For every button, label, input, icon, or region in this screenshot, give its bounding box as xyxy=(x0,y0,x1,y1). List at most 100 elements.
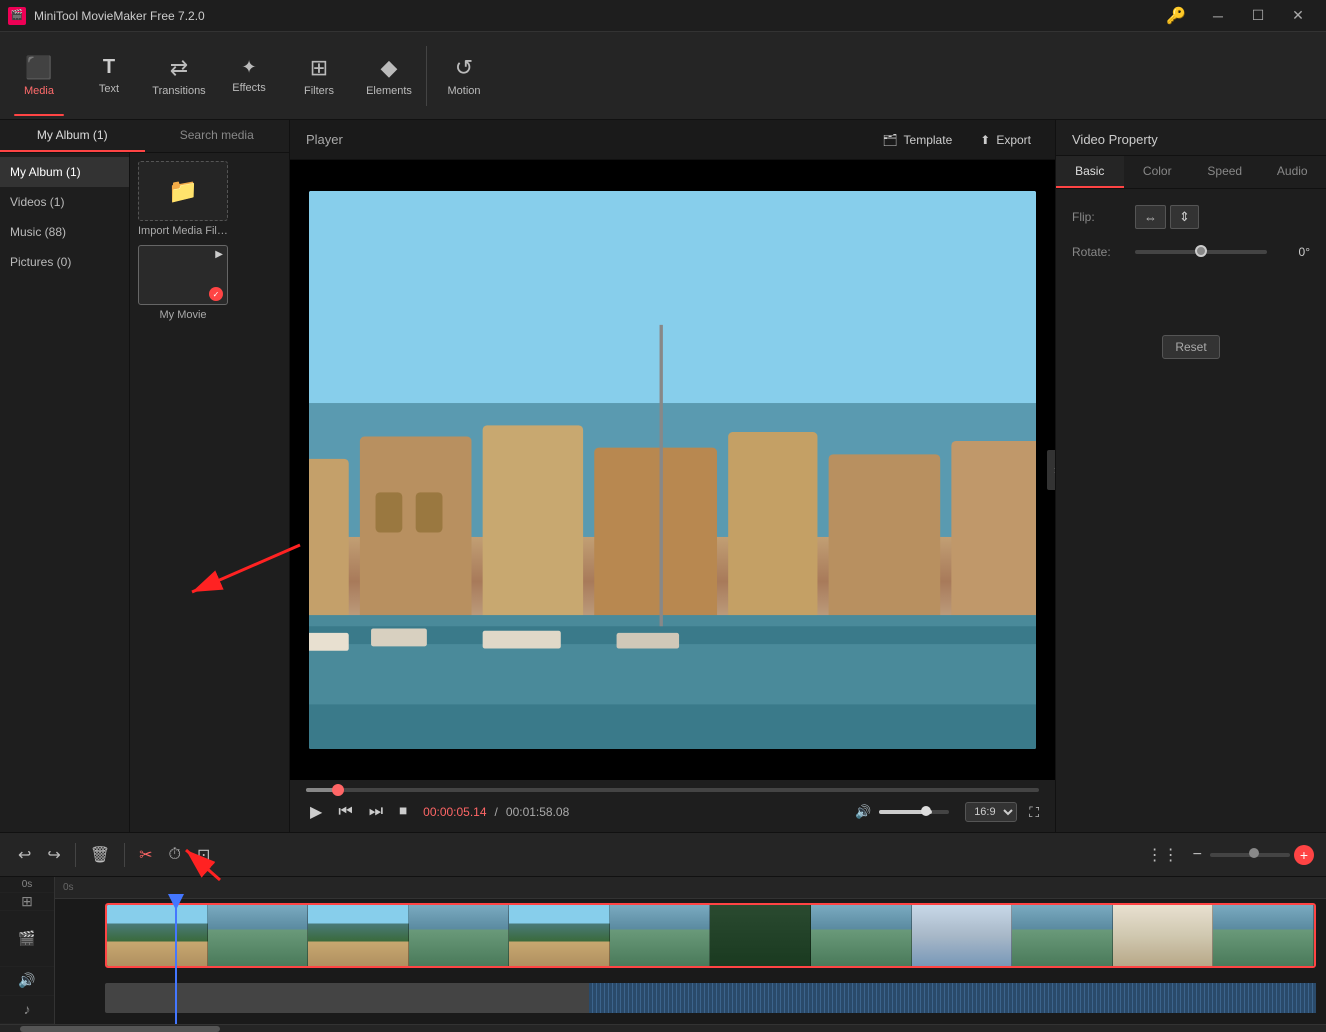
audio-clip[interactable] xyxy=(105,983,1316,1013)
clip-frame-9 xyxy=(912,905,1013,966)
flip-row: Flip: ⇔ ⇕ xyxy=(1072,205,1310,229)
prop-tab-color[interactable]: Color xyxy=(1124,156,1192,188)
toolbar-elements[interactable]: ◆ Elements xyxy=(354,36,424,116)
video-property-title: Video Property xyxy=(1056,120,1326,156)
timeline-main: 0s xyxy=(55,877,1326,1024)
effects-icon: ✦ xyxy=(241,57,256,78)
album-item-my-album[interactable]: My Album (1) xyxy=(0,157,129,187)
right-panel: Video Property Basic Color Speed Audio F… xyxy=(1056,120,1326,832)
prop-tab-audio[interactable]: Audio xyxy=(1259,156,1326,188)
video-clip[interactable] xyxy=(105,903,1316,968)
import-folder-icon: 📁 xyxy=(168,177,198,206)
player-controls: ▶ ⏮ ⏭ ⏹ 00:00:05.14 / 00:01:58.08 🔊 16:9 xyxy=(290,780,1055,832)
main-toolbar: ⬛ Media T Text ⇄ Transitions ✦ Effects ⊞… xyxy=(0,32,1326,120)
music-track-label: ♪ xyxy=(0,996,54,1024)
delete-button[interactable]: 🗑 xyxy=(84,841,116,869)
crop-button[interactable]: ⊡ xyxy=(191,841,216,869)
aspect-ratio-select[interactable]: 16:9 xyxy=(965,802,1017,822)
fullscreen-button[interactable]: ⛶ xyxy=(1029,804,1039,821)
export-button[interactable]: ⬆ Export xyxy=(972,129,1039,151)
toolbar-filters[interactable]: ⊞ Filters xyxy=(284,36,354,116)
timeline-scrollbar[interactable] xyxy=(0,1024,1326,1032)
my-movie-item[interactable]: ▶ ✓ My Movie xyxy=(138,245,228,321)
undo-button[interactable]: ↩ xyxy=(12,841,37,869)
toolbar-text[interactable]: T Text xyxy=(74,36,144,116)
main-content: My Album (1) Search media My Album (1) V… xyxy=(0,120,1326,832)
toolbar-transitions[interactable]: ⇄ Transitions xyxy=(144,36,214,116)
progress-bar[interactable] xyxy=(306,788,1039,792)
template-button[interactable]: 🗂 Template xyxy=(874,129,960,151)
clip-frame-12 xyxy=(1213,905,1314,966)
next-frame-button[interactable]: ⏭ xyxy=(365,801,387,823)
prev-frame-button[interactable]: ⏮ xyxy=(334,801,356,823)
prop-tab-basic[interactable]: Basic xyxy=(1056,156,1124,188)
clip-frame-8 xyxy=(811,905,912,966)
motion-icon: ↺ xyxy=(455,55,473,81)
time-separator: / xyxy=(495,805,498,819)
close-button[interactable]: ✕ xyxy=(1278,0,1318,32)
titlebar: 🎬 MiniTool MovieMaker Free 7.2.0 🔑 ─ ☐ ✕ xyxy=(0,0,1326,32)
maximize-button[interactable]: ☐ xyxy=(1238,0,1278,32)
left-panel: My Album (1) Search media My Album (1) V… xyxy=(0,120,290,832)
clip-frame-7 xyxy=(710,905,811,966)
my-movie-label: My Movie xyxy=(138,309,228,321)
tab-my-album[interactable]: My Album (1) xyxy=(0,120,145,152)
ruler-tick-0: 0s xyxy=(63,882,74,893)
flip-vertical-button[interactable]: ⇕ xyxy=(1170,205,1199,229)
album-item-videos[interactable]: Videos (1) xyxy=(0,187,129,217)
album-item-pictures[interactable]: Pictures (0) xyxy=(0,247,129,277)
app-title: MiniTool MovieMaker Free 7.2.0 xyxy=(34,9,1166,23)
timeline-scroll-thumb[interactable] xyxy=(20,1026,220,1032)
toolbar-divider xyxy=(426,46,427,106)
clip-frame-11 xyxy=(1113,905,1214,966)
zoom-out-button[interactable]: − xyxy=(1189,844,1206,866)
volume-handle xyxy=(921,806,931,816)
timeline-ruler: 0s xyxy=(55,877,1326,899)
tab-search-media[interactable]: Search media xyxy=(145,120,290,152)
flip-horizontal-button[interactable]: ⇔ xyxy=(1135,205,1166,229)
left-sidebar: My Album (1) Videos (1) Music (88) Pictu… xyxy=(0,153,289,832)
toolbar-media[interactable]: ⬛ Media xyxy=(4,36,74,116)
audio-track-icon-label: 🔊 xyxy=(0,967,54,995)
cut-button[interactable]: ✂ xyxy=(133,841,158,869)
zoom-slider[interactable] xyxy=(1210,853,1290,857)
clip-frame-5 xyxy=(509,905,610,966)
clip-frame-4 xyxy=(409,905,510,966)
album-item-music[interactable]: Music (88) xyxy=(0,217,129,247)
rotate-slider[interactable] xyxy=(1135,250,1267,254)
add-track-button[interactable]: ⊞ xyxy=(0,893,54,911)
rotate-handle xyxy=(1195,245,1207,257)
audio-track: ✕ xyxy=(55,979,1326,1019)
time-current: 00:00:05.14 xyxy=(423,805,486,819)
panel-toggle-button[interactable]: › xyxy=(1047,450,1055,490)
property-tabs: Basic Color Speed Audio xyxy=(1056,156,1326,189)
key-icon[interactable]: 🔑 xyxy=(1166,6,1186,26)
rotate-value: 0° xyxy=(1275,245,1310,259)
import-label: Import Media Files xyxy=(138,225,228,237)
toolbar-motion[interactable]: ↺ Motion xyxy=(429,36,499,116)
minimize-button[interactable]: ─ xyxy=(1198,0,1238,32)
import-media-item[interactable]: 📁 Import Media Files xyxy=(138,161,228,237)
audio-silent-section xyxy=(105,983,589,1013)
zoom-in-button[interactable]: + xyxy=(1294,845,1314,865)
speed-button[interactable]: ⏱ xyxy=(163,842,187,868)
play-button[interactable]: ▶ xyxy=(306,800,326,824)
volume-button[interactable]: 🔊 xyxy=(851,802,875,822)
flip-buttons: ⇔ ⇕ xyxy=(1135,205,1199,229)
redo-button[interactable]: ↪ xyxy=(41,841,66,869)
playhead[interactable] xyxy=(175,899,177,1024)
my-movie-thumb: ▶ ✓ xyxy=(138,245,228,305)
volume-area: 🔊 xyxy=(851,802,949,822)
reset-button[interactable]: Reset xyxy=(1162,335,1219,359)
snap-button[interactable]: ⋮⋮ xyxy=(1141,841,1185,869)
volume-slider[interactable] xyxy=(879,810,949,814)
audio-waveform xyxy=(589,983,1316,1013)
transitions-icon: ⇄ xyxy=(170,55,188,81)
flip-label: Flip: xyxy=(1072,210,1127,224)
prop-tab-speed[interactable]: Speed xyxy=(1191,156,1259,188)
clip-frame-1 xyxy=(107,905,208,966)
stop-button[interactable]: ⏹ xyxy=(395,801,411,823)
toolbar-separator-1 xyxy=(75,843,76,867)
clip-frame-6 xyxy=(610,905,711,966)
toolbar-effects[interactable]: ✦ Effects xyxy=(214,36,284,116)
